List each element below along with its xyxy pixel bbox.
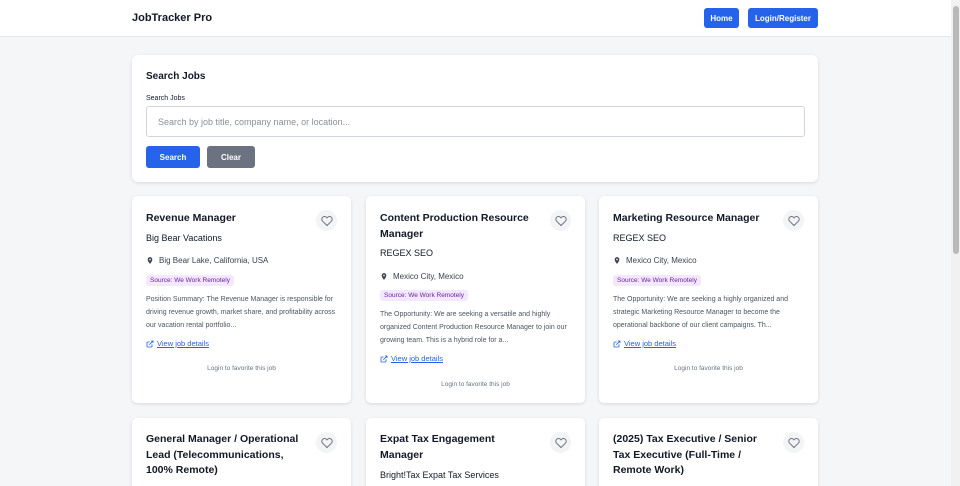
job-description: Position Summary: The Revenue Manager is… <box>146 296 336 329</box>
favorite-button[interactable] <box>316 210 337 231</box>
home-button[interactable]: Home <box>704 8 739 28</box>
favorite-button[interactable] <box>550 432 571 453</box>
job-title: General Manager / Operational Lead (Tele… <box>146 433 299 476</box>
company-name: REGEX SEO <box>380 248 434 258</box>
heart-icon <box>554 437 567 448</box>
job-card: Revenue Manager Big Bear Vacations Big B… <box>132 196 351 403</box>
job-card: (2025) Tax Executive / Senior Tax Execut… <box>599 418 818 486</box>
login-register-button[interactable]: Login/Register <box>748 8 818 28</box>
map-pin-icon <box>614 257 620 264</box>
search-panel-title: Search Jobs <box>146 71 206 82</box>
job-description: The Opportunity: We are seeking a versat… <box>380 311 567 344</box>
scrollbar-thumb[interactable] <box>953 6 959 254</box>
job-location: Mexico City, Mexico <box>380 272 464 281</box>
job-description: The Opportunity: We are seeking a highly… <box>613 296 788 329</box>
map-pin-icon <box>381 273 387 280</box>
job-card: Expat Tax Engagement Manager Bright!Tax … <box>366 418 585 486</box>
heart-icon <box>787 215 800 226</box>
view-job-details-label[interactable]: View job details <box>391 354 443 363</box>
favorite-button[interactable] <box>783 432 804 453</box>
job-title: (2025) Tax Executive / Senior Tax Execut… <box>613 433 757 476</box>
company-name: Big Bear Vacations <box>146 233 222 243</box>
search-button[interactable]: Search <box>146 146 200 168</box>
heart-icon <box>320 215 333 226</box>
job-card: General Manager / Operational Lead (Tele… <box>132 418 351 486</box>
job-card: Content Production Resource Manager REGE… <box>366 196 585 403</box>
job-card: Marketing Resource Manager REGEX SEO Mex… <box>599 196 818 403</box>
favorite-button[interactable] <box>783 210 804 231</box>
external-link-icon <box>146 340 154 347</box>
job-title: Expat Tax Engagement Manager <box>380 433 495 461</box>
view-job-details-link[interactable]: View job details <box>146 339 209 348</box>
top-navbar: JobTracker Pro Home Login/Register <box>0 0 951 37</box>
favorite-button[interactable] <box>550 210 571 231</box>
login-to-favorite-note: Login to favorite this job <box>674 365 743 372</box>
search-panel: Search Jobs Search Jobs Search Clear <box>132 55 818 182</box>
view-job-details-link[interactable]: View job details <box>380 354 443 363</box>
search-field-label: Search Jobs <box>146 95 185 102</box>
job-title: Revenue Manager <box>146 212 236 224</box>
login-to-favorite-note: Login to favorite this job <box>207 365 276 372</box>
company-name: REGEX SEO <box>613 233 667 243</box>
job-title: Content Production Resource Manager <box>380 212 529 240</box>
location-text: Big Bear Lake, California, USA <box>159 256 269 265</box>
external-link-icon <box>380 355 388 362</box>
login-to-favorite-note: Login to favorite this job <box>441 381 510 388</box>
heart-icon <box>554 215 567 226</box>
job-location: Mexico City, Mexico <box>613 256 697 265</box>
map-pin-icon <box>147 257 153 264</box>
view-job-details-label[interactable]: View job details <box>157 339 209 348</box>
brand-logo-text[interactable]: JobTracker Pro <box>132 12 212 24</box>
heart-icon <box>320 437 333 448</box>
page-scrollbar[interactable] <box>951 0 960 486</box>
job-title: Marketing Resource Manager <box>613 212 760 224</box>
job-location: Big Bear Lake, California, USA <box>146 256 268 265</box>
company-name: Bright!Tax Expat Tax Services <box>380 470 499 480</box>
heart-icon <box>787 437 800 448</box>
view-job-details-label[interactable]: View job details <box>624 339 676 348</box>
clear-button[interactable]: Clear <box>207 146 255 168</box>
search-input[interactable] <box>146 106 805 137</box>
source-badge: Source: We Work Remotely <box>380 290 468 301</box>
external-link-icon <box>613 340 621 347</box>
source-badge: Source: We Work Remotely <box>146 275 234 286</box>
source-badge: Source: We Work Remotely <box>613 275 701 286</box>
location-text: Mexico City, Mexico <box>626 256 697 265</box>
view-job-details-link[interactable]: View job details <box>613 339 676 348</box>
location-text: Mexico City, Mexico <box>393 272 464 281</box>
favorite-button[interactable] <box>316 432 337 453</box>
